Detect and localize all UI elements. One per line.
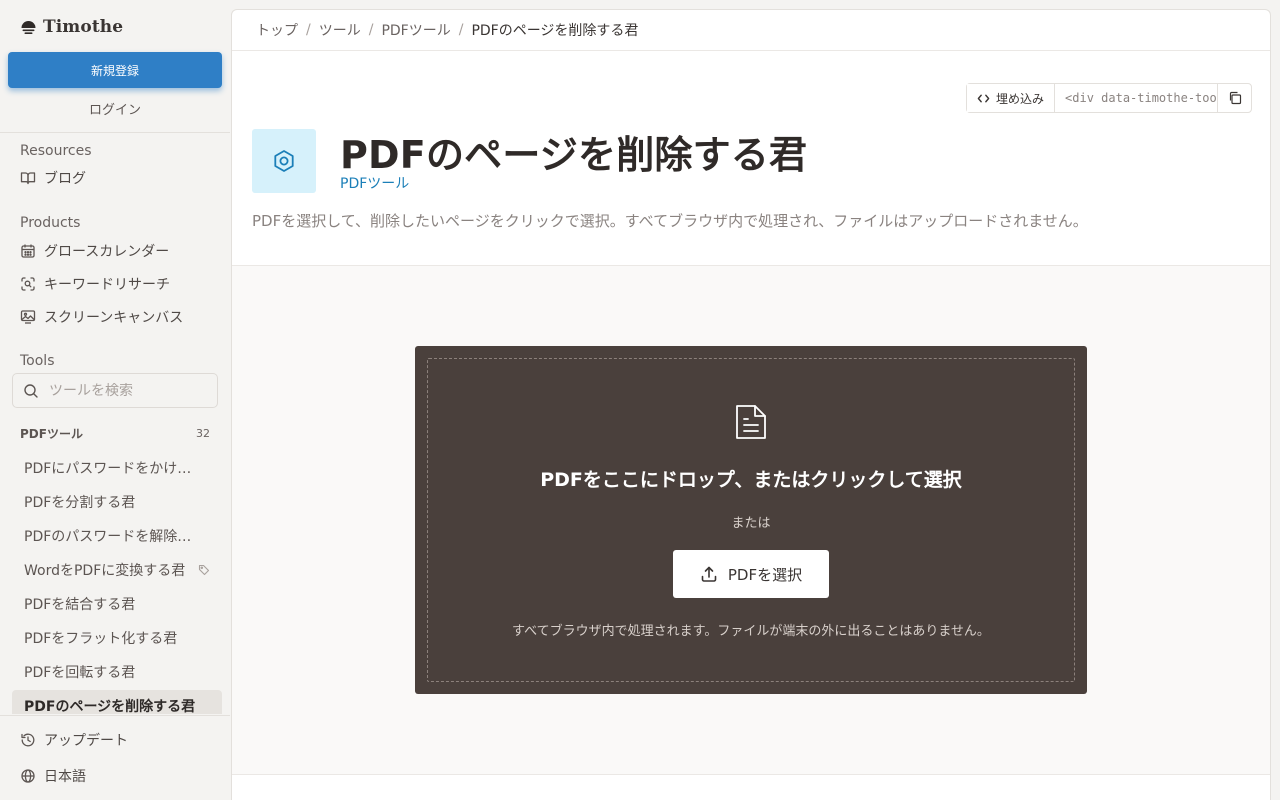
breadcrumb: トップ / ツール / PDFツール / PDFのページを削除する君 bbox=[256, 20, 638, 40]
tool-workspace: PDFをここにドロップ、またはクリックして選択 または PDFを選択 すべてブラ… bbox=[232, 266, 1270, 774]
tool-list[interactable]: PDFにパスワードをかける君 PDFを分割する君 PDFのパスワードを解除する君… bbox=[12, 451, 222, 714]
tool-list-item-label: PDFにパスワードをかける君 bbox=[24, 461, 204, 477]
history-icon bbox=[21, 733, 35, 747]
select-pdf-button[interactable]: PDFを選択 bbox=[673, 550, 829, 598]
sidebar-item-blog[interactable]: ブログ bbox=[20, 166, 216, 190]
tool-list-item-label: PDFをフラット化する君 bbox=[24, 631, 178, 647]
embed-button-label: 埋め込み bbox=[996, 91, 1045, 106]
category-label: PDFツール bbox=[20, 426, 83, 441]
sidebar-item-updates[interactable]: アップデート bbox=[20, 728, 216, 752]
tool-icon-tile bbox=[252, 129, 316, 193]
tool-list-item-label: PDFを結合する君 bbox=[24, 597, 136, 613]
dropzone-privacy-note: すべてブラウザ内で処理されます。ファイルが端末の外に出ることはありません。 bbox=[512, 624, 990, 639]
sidebar: Timothe 新規登録 ログイン Resources ブログ Products… bbox=[0, 0, 230, 800]
tool-list-item-label: WordをPDFに変換する君 bbox=[24, 563, 186, 579]
dropzone-border: PDFをここにドロップ、またはクリックして選択 または PDFを選択 すべてブラ… bbox=[427, 358, 1075, 682]
embed-widget: 埋め込み <div data-timothe-tool="pdf-delete-… bbox=[966, 83, 1252, 113]
file-text-icon bbox=[736, 405, 766, 439]
embed-code[interactable]: <div data-timothe-tool="pdf-delete-pages… bbox=[1055, 84, 1217, 112]
sidebar-item-screen-canvas[interactable]: スクリーンキャンバス bbox=[20, 305, 216, 329]
tools-heading: Tools bbox=[20, 353, 55, 369]
tool-search[interactable] bbox=[12, 373, 218, 408]
breadcrumb-separator: / bbox=[306, 22, 311, 38]
tool-description: PDFを選択して、削除したいページをクリックで選択。すべてブラウザ内で処理され、… bbox=[252, 212, 1088, 230]
tool-category-header[interactable]: PDFツール 32 bbox=[20, 425, 210, 441]
hexagon-nut-icon bbox=[274, 150, 294, 172]
upload-icon bbox=[701, 566, 717, 582]
breadcrumb-item-top[interactable]: トップ bbox=[256, 20, 298, 40]
breadcrumb-separator: / bbox=[368, 22, 374, 38]
tool-list-item-active[interactable]: PDFのページを削除する君 bbox=[12, 690, 222, 714]
tag-icon bbox=[198, 564, 210, 576]
tool-list-item[interactable]: PDFのパスワードを解除する君 bbox=[12, 520, 222, 552]
timothe-logo-icon bbox=[21, 20, 36, 34]
sidebar-item-keyword-research[interactable]: キーワードリサーチ bbox=[20, 272, 216, 296]
book-open-icon bbox=[20, 172, 36, 185]
sidebar-item-label: アップデート bbox=[44, 733, 128, 749]
tool-list-item-label: PDFのパスワードを解除する君 bbox=[24, 529, 204, 545]
language-label: 日本語 bbox=[44, 769, 86, 785]
products-heading: Products bbox=[20, 215, 81, 231]
tool-list-item[interactable]: PDFを分割する君 bbox=[12, 486, 222, 518]
tool-search-input[interactable] bbox=[49, 382, 199, 399]
pdf-dropzone[interactable]: PDFをここにドロップ、またはクリックして選択 または PDFを選択 すべてブラ… bbox=[415, 346, 1087, 694]
sidebar-item-label: キーワードリサーチ bbox=[44, 277, 170, 293]
page-title: PDFのページを削除する君 bbox=[340, 133, 808, 177]
calendar-icon bbox=[21, 244, 35, 258]
dropzone-or-label: または bbox=[731, 516, 771, 531]
breadcrumb-item-tools[interactable]: ツール bbox=[319, 20, 361, 40]
globe-icon bbox=[21, 769, 35, 783]
copy-icon bbox=[1229, 91, 1241, 105]
login-link[interactable]: ログイン bbox=[8, 96, 222, 120]
dropzone-title: PDFをここにドロップ、またはクリックして選択 bbox=[540, 469, 962, 491]
header-divider bbox=[232, 50, 1270, 51]
sidebar-item-label: スクリーンキャンバス bbox=[44, 310, 184, 326]
tool-list-item-label: PDFのページを削除する君 bbox=[24, 699, 196, 714]
copy-embed-button[interactable] bbox=[1217, 84, 1251, 112]
tool-list-item-label: PDFを回転する君 bbox=[24, 665, 136, 681]
code-icon bbox=[977, 94, 990, 102]
brand-name: Timothe bbox=[43, 17, 124, 37]
sidebar-item-label: ブログ bbox=[44, 171, 86, 187]
image-screen-icon bbox=[20, 310, 36, 324]
resources-heading: Resources bbox=[20, 143, 92, 159]
sidebar-item-label: グロースカレンダー bbox=[44, 244, 170, 260]
select-pdf-button-label: PDFを選択 bbox=[727, 565, 803, 584]
brand[interactable]: Timothe bbox=[20, 16, 123, 38]
tool-category-link[interactable]: PDFツール bbox=[340, 173, 409, 193]
embed-button[interactable]: 埋め込み bbox=[967, 84, 1056, 112]
tool-list-item[interactable]: PDFにパスワードをかける君 bbox=[12, 452, 222, 484]
tool-list-item[interactable]: PDFをフラット化する君 bbox=[12, 622, 222, 654]
category-count: 32 bbox=[196, 426, 210, 440]
breadcrumb-current: PDFのページを削除する君 bbox=[471, 23, 639, 39]
language-selector[interactable]: 日本語 bbox=[20, 764, 216, 788]
sidebar-item-growth-calendar[interactable]: グロースカレンダー bbox=[20, 239, 216, 263]
tool-list-item[interactable]: PDFを回転する君 bbox=[12, 656, 222, 688]
sidebar-divider bbox=[0, 132, 230, 133]
scan-search-icon bbox=[21, 277, 35, 291]
signup-button[interactable]: 新規登録 bbox=[8, 52, 222, 88]
breadcrumb-separator: / bbox=[458, 22, 464, 38]
main-panel: トップ / ツール / PDFツール / PDFのページを削除する君 埋め込み … bbox=[231, 9, 1271, 800]
tool-list-item[interactable]: WordをPDFに変換する君 bbox=[12, 554, 222, 586]
tool-list-item[interactable]: PDFを結合する君 bbox=[12, 588, 222, 620]
search-icon bbox=[24, 383, 38, 398]
workspace-bottom-divider bbox=[232, 774, 1270, 775]
tool-list-item-label: PDFを分割する君 bbox=[24, 495, 136, 511]
sidebar-footer-divider bbox=[0, 715, 230, 716]
breadcrumb-item-pdf-tools[interactable]: PDFツール bbox=[381, 20, 450, 40]
